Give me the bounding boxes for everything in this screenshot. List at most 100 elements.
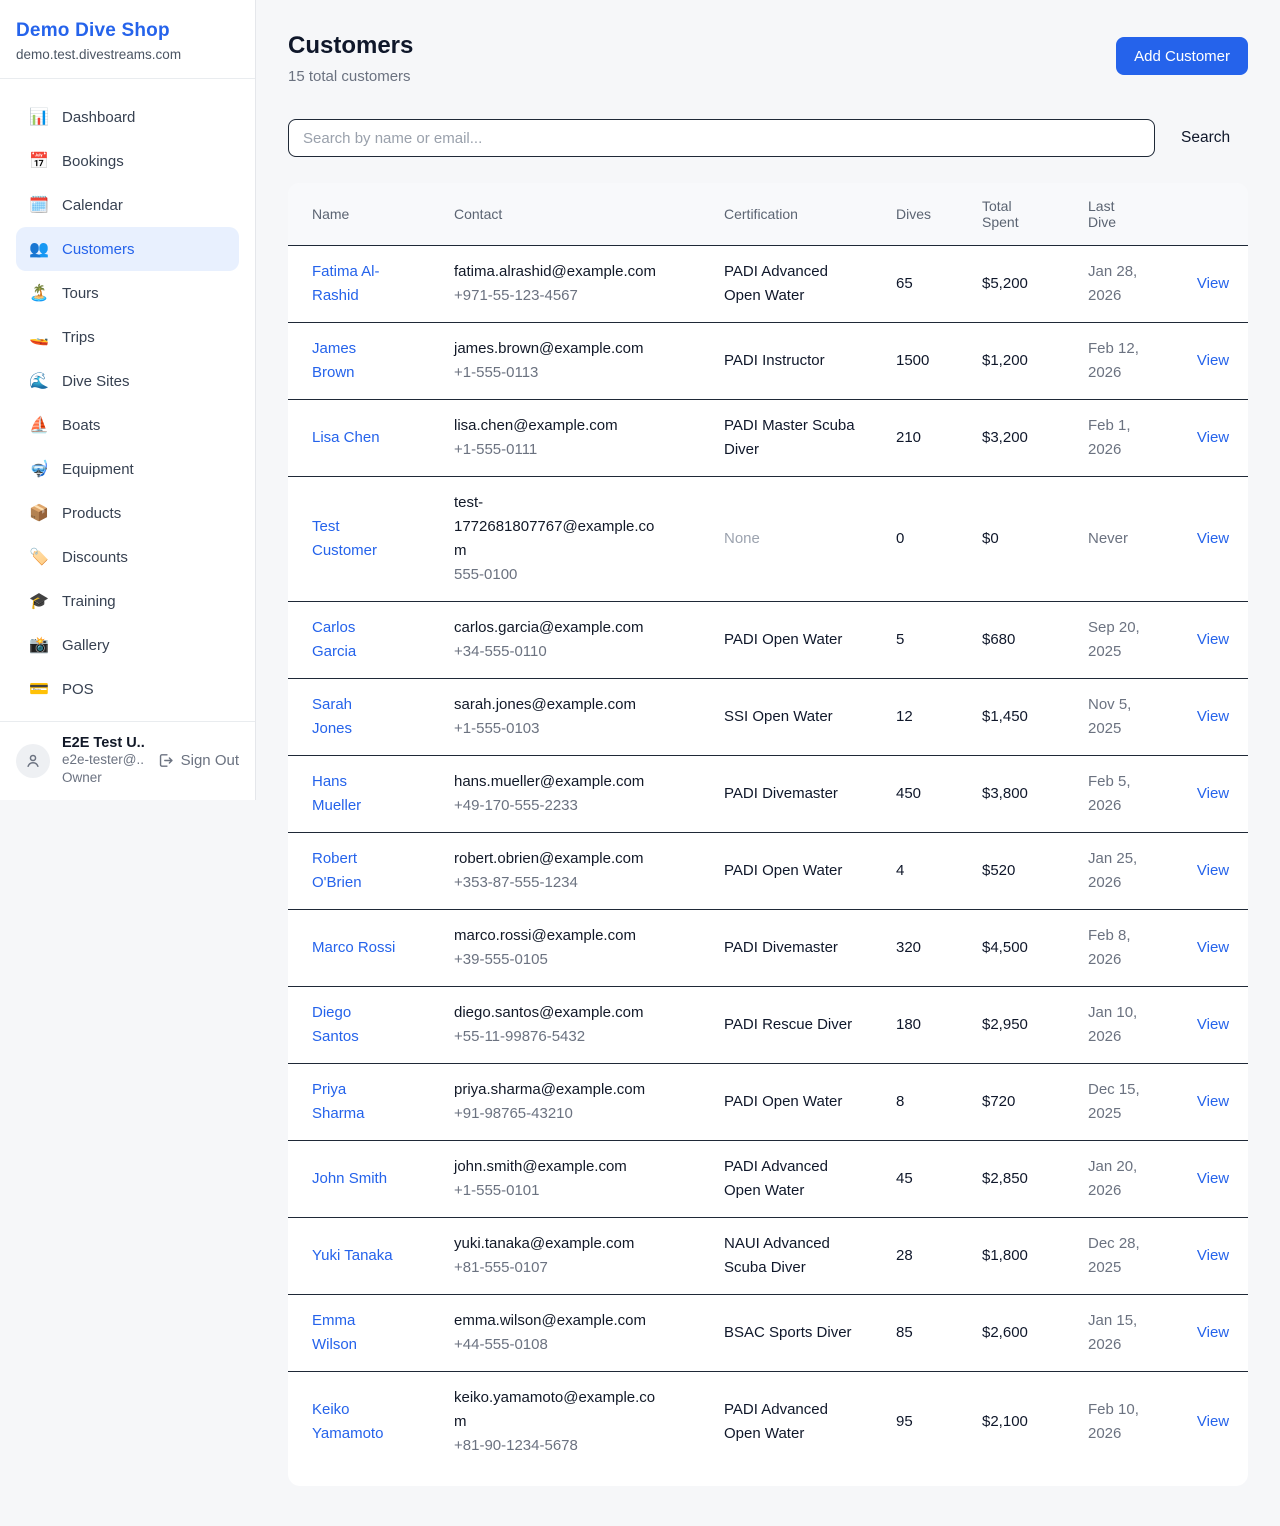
sidebar-item-products[interactable]: 📦 Products: [16, 491, 239, 535]
customer-email: sarah.jones@example.com: [454, 693, 666, 717]
customer-last-dive: Feb 8, 2026: [1088, 924, 1146, 972]
table-row: Carlos Garcia carlos.garcia@example.com …: [288, 601, 1248, 678]
view-link[interactable]: View: [1197, 631, 1229, 648]
avatar: [16, 744, 50, 778]
sidebar-item-dashboard[interactable]: 📊 Dashboard: [16, 95, 239, 139]
customer-name-link[interactable]: Hans Mueller: [312, 770, 396, 818]
view-link[interactable]: View: [1197, 1324, 1229, 1341]
sidebar-item-dive-sites[interactable]: 🌊 Dive Sites: [16, 359, 239, 403]
sidebar-item-equipment[interactable]: 🤿 Equipment: [16, 447, 239, 491]
view-link[interactable]: View: [1197, 352, 1229, 369]
table-row: Emma Wilson emma.wilson@example.com +44-…: [288, 1294, 1248, 1371]
customers-icon: 👥: [29, 239, 49, 259]
sidebar-item-bookings[interactable]: 📅 Bookings: [16, 139, 239, 183]
page-header-text: Customers 15 total customers: [288, 32, 413, 85]
view-link[interactable]: View: [1197, 785, 1229, 802]
view-link[interactable]: View: [1197, 429, 1229, 446]
view-link[interactable]: View: [1197, 939, 1229, 956]
customer-name-link[interactable]: Marco Rossi: [312, 936, 395, 960]
customer-total-spent: $0: [982, 530, 999, 547]
add-customer-button[interactable]: Add Customer: [1116, 37, 1248, 75]
customer-phone: +1-555-0113: [454, 361, 692, 385]
shop-domain: demo.test.divestreams.com: [16, 47, 239, 62]
customer-email: emma.wilson@example.com: [454, 1309, 666, 1333]
view-link[interactable]: View: [1197, 530, 1229, 547]
customer-name-link[interactable]: Carlos Garcia: [312, 616, 396, 664]
customer-certification: PADI Instructor: [724, 352, 825, 369]
customer-name-link[interactable]: John Smith: [312, 1167, 387, 1191]
view-link[interactable]: View: [1197, 275, 1229, 292]
customer-total-spent: $520: [982, 862, 1015, 879]
view-link[interactable]: View: [1197, 708, 1229, 725]
customers-table-card: NameContactCertificationDivesTotal Spent…: [288, 183, 1248, 1486]
customer-name-link[interactable]: Priya Sharma: [312, 1078, 396, 1126]
customer-dives: 85: [896, 1324, 913, 1341]
view-link[interactable]: View: [1197, 1093, 1229, 1110]
customer-name-link[interactable]: Emma Wilson: [312, 1309, 396, 1357]
customer-last-dive: Feb 1, 2026: [1088, 414, 1146, 462]
sidebar-item-training[interactable]: 🎓 Training: [16, 579, 239, 623]
sidebar-item-pos[interactable]: 💳 POS: [16, 667, 239, 711]
customer-name-link[interactable]: James Brown: [312, 337, 396, 385]
sidebar: Demo Dive Shop demo.test.divestreams.com…: [0, 0, 256, 800]
customer-phone: +1-555-0103: [454, 717, 692, 741]
customer-name-link[interactable]: Robert O'Brien: [312, 847, 396, 895]
sidebar-nav: 📊 Dashboard 📅 Bookings 🗓️ Calendar 👥 Cus…: [0, 79, 255, 711]
customer-email: yuki.tanaka@example.com: [454, 1232, 666, 1256]
view-link[interactable]: View: [1197, 1413, 1229, 1430]
customer-dives: 8: [896, 1093, 904, 1110]
user-info: E2E Test U... e2e-tester@... Owner: [62, 735, 145, 787]
shop-name: Demo Dive Shop: [16, 20, 239, 42]
customer-phone: +81-555-0107: [454, 1256, 692, 1280]
sidebar-item-boats[interactable]: ⛵ Boats: [16, 403, 239, 447]
customer-certification: PADI Master Scuba Diver: [724, 417, 855, 458]
table-row: Keiko Yamamoto keiko.yamamoto@example.co…: [288, 1371, 1248, 1486]
view-link[interactable]: View: [1197, 862, 1229, 879]
table-row: Hans Mueller hans.mueller@example.com +4…: [288, 755, 1248, 832]
sidebar-item-trips[interactable]: 🚤 Trips: [16, 315, 239, 359]
customer-total-spent: $4,500: [982, 939, 1028, 956]
customer-dives: 28: [896, 1247, 913, 1264]
sidebar-item-discounts[interactable]: 🏷️ Discounts: [16, 535, 239, 579]
view-link[interactable]: View: [1197, 1016, 1229, 1033]
customers-table: NameContactCertificationDivesTotal Spent…: [288, 183, 1248, 1486]
column-header-dives: Dives: [880, 183, 966, 245]
table-row: John Smith john.smith@example.com +1-555…: [288, 1140, 1248, 1217]
view-link[interactable]: View: [1197, 1170, 1229, 1187]
customer-phone: +91-98765-43210: [454, 1102, 692, 1126]
customer-name-link[interactable]: Yuki Tanaka: [312, 1244, 393, 1268]
customer-total-spent: $3,800: [982, 785, 1028, 802]
search-input[interactable]: [288, 119, 1155, 157]
customer-dives: 5: [896, 631, 904, 648]
customer-name-link[interactable]: Test Customer: [312, 515, 396, 563]
customer-email: james.brown@example.com: [454, 337, 666, 361]
sidebar-item-calendar[interactable]: 🗓️ Calendar: [16, 183, 239, 227]
sign-out-button[interactable]: Sign Out: [157, 752, 239, 769]
calendar-icon: 🗓️: [29, 195, 49, 215]
sidebar-header: Demo Dive Shop demo.test.divestreams.com: [0, 0, 255, 79]
customer-certification: NAUI Advanced Scuba Diver: [724, 1235, 830, 1276]
customer-name-link[interactable]: Diego Santos: [312, 1001, 396, 1049]
customer-name-link[interactable]: Keiko Yamamoto: [312, 1398, 396, 1446]
view-link[interactable]: View: [1197, 1247, 1229, 1264]
sidebar-item-customers[interactable]: 👥 Customers: [16, 227, 239, 271]
equipment-icon: 🤿: [29, 459, 49, 479]
search-button[interactable]: Search: [1181, 129, 1230, 147]
column-header-last-dive: Last Dive: [1072, 183, 1178, 245]
customer-dives: 1500: [896, 352, 929, 369]
customer-name-link[interactable]: Lisa Chen: [312, 426, 380, 450]
customer-email: marco.rossi@example.com: [454, 924, 666, 948]
sidebar-item-tours[interactable]: 🏝️ Tours: [16, 271, 239, 315]
table-row: Sarah Jones sarah.jones@example.com +1-5…: [288, 678, 1248, 755]
customer-email: test-1772681807767@example.com: [454, 491, 666, 563]
customer-name-link[interactable]: Sarah Jones: [312, 693, 396, 741]
customer-dives: 95: [896, 1413, 913, 1430]
customer-certification: PADI Divemaster: [724, 785, 838, 802]
sidebar-item-gallery[interactable]: 📸 Gallery: [16, 623, 239, 667]
training-icon: 🎓: [29, 591, 49, 611]
customer-dives: 45: [896, 1170, 913, 1187]
customer-certification: SSI Open Water: [724, 708, 833, 725]
customer-name-link[interactable]: Fatima Al-Rashid: [312, 260, 396, 308]
customer-total-spent: $2,850: [982, 1170, 1028, 1187]
customer-last-dive: Feb 12, 2026: [1088, 337, 1146, 385]
